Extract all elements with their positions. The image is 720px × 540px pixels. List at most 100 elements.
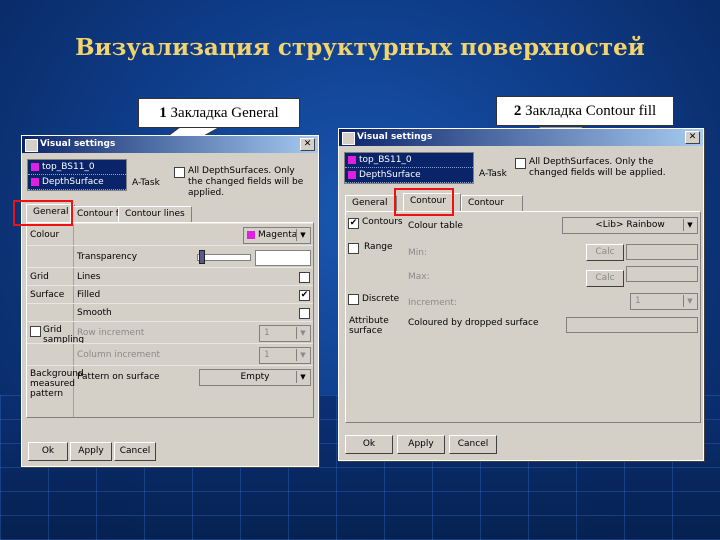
row-increment-value: 1 [264,328,270,338]
callout-general: 1 Закладка General [138,98,300,128]
window-titlebar[interactable]: Visual settings ✕ [339,129,703,146]
tab-general[interactable]: General [345,195,397,211]
chevron-down-icon[interactable]: ▼ [683,219,696,231]
colour-combo[interactable]: Magenta ▼ [243,227,311,244]
callout-contour-fill: 2 Закладка Contour fill [496,96,674,126]
background-label: Background measured pattern [30,369,84,399]
surface-item[interactable]: top_BS11_0 [28,160,126,175]
row-increment-stepper[interactable]: 1 ▼ [259,325,311,342]
highlight-contour-fill-tab [394,188,454,216]
close-button[interactable]: ✕ [300,138,315,151]
min-field[interactable] [626,244,698,260]
row-grid: Grid Lines [27,267,313,286]
colour-label: Colour [30,230,60,240]
surface-list[interactable]: top_BS11_0 DepthSurface [344,152,474,184]
row-discrete: Discrete Increment: 1 ▼ [346,288,700,314]
column-increment-value: 1 [264,350,270,360]
surface-item[interactable]: DepthSurface [28,175,126,190]
chevron-down-icon[interactable]: ▼ [296,327,309,339]
chevron-down-icon[interactable]: ▼ [296,371,309,383]
calc-min-button[interactable]: Calc [586,244,624,261]
dropped-surface-field[interactable] [566,317,698,333]
pattern-combo[interactable]: Empty ▼ [199,369,311,386]
row-background: Background measured pattern Pattern on s… [27,365,313,418]
callout-contour-fill-text: Закладка Contour fill [525,103,657,119]
row-smooth: Smooth [27,303,313,322]
max-field[interactable] [626,266,698,282]
task-label: A-Task [479,169,507,179]
row-increment-label: Row increment [77,328,145,338]
filled-label: Filled [77,290,101,300]
task-label: A-Task [132,178,160,188]
color-swatch [31,163,39,171]
callout-general-number: 1 [159,105,167,121]
surface-item[interactable]: DepthSurface [345,168,473,183]
column-increment-stepper[interactable]: 1 ▼ [259,347,311,364]
cancel-button[interactable]: Cancel [449,435,497,454]
discrete-label: Discrete [362,294,400,304]
chevron-down-icon[interactable]: ▼ [296,349,309,361]
ok-button[interactable]: Ok [345,435,393,454]
filled-checkbox[interactable]: ✔ [299,290,310,301]
ok-button[interactable]: Ok [28,442,68,461]
tab-contour-lines[interactable]: Contour lines [118,206,192,222]
row-row-increment: Grid sampling Row increment 1 ▼ [27,321,313,345]
surface-item-label: DepthSurface [359,170,421,180]
apply-button[interactable]: Apply [397,435,445,454]
all-surfaces-label: All DepthSurfaces. Only the changed fiel… [529,157,666,178]
contours-checkbox[interactable]: ✔ [348,218,359,229]
row-attribute-surface: Attribute surface Coloured by dropped su… [346,314,700,344]
tab-contour-lines[interactable]: Contour lines [461,195,523,223]
range-checkbox[interactable] [348,243,359,254]
column-increment-label: Column increment [77,350,161,360]
grid-sampling-checkbox[interactable] [30,326,41,337]
window-title: Visual settings [40,139,116,149]
row-transparency: Transparency [27,245,313,268]
transparency-field[interactable] [255,250,311,266]
row-column-increment: Column increment 1 ▼ [27,343,313,366]
smooth-checkbox[interactable] [299,308,310,319]
highlight-general-tab [13,200,73,226]
contour-fill-tab-panel: ✔ Contours Colour table <Lib> Rainbow ▼ … [345,211,701,423]
visual-settings-window-contour-fill: Visual settings ✕ top_BS11_0 DepthSurfac… [338,128,704,461]
all-surfaces-checkbox[interactable] [174,167,185,178]
lines-label: Lines [77,272,101,282]
app-icon [25,139,38,152]
row-max: Max: Calc [346,264,700,288]
increment-value: 1 [635,296,641,306]
grid-sampling-label: Grid sampling [43,325,85,345]
discrete-checkbox[interactable] [348,294,359,305]
increment-label: Increment: [408,298,457,308]
colour-table-combo[interactable]: <Lib> Rainbow ▼ [562,217,698,234]
transparency-slider[interactable] [197,254,251,261]
pattern-combo-value: Empty [240,372,270,382]
surface-item-label: top_BS11_0 [42,162,95,172]
smooth-label: Smooth [77,308,112,318]
calc-max-button[interactable]: Calc [586,270,624,287]
slider-thumb[interactable] [199,250,205,264]
color-swatch [31,178,39,186]
app-icon [342,132,355,145]
attribute-surface-label: Attribute surface [349,316,389,336]
close-button[interactable]: ✕ [685,131,700,144]
all-surfaces-checkbox[interactable] [515,158,526,169]
range-label: Range [364,242,393,252]
lines-checkbox[interactable] [299,272,310,283]
slide-title: Визуализация структурных поверхностей [75,34,645,61]
increment-stepper[interactable]: 1 ▼ [630,293,698,310]
chevron-down-icon[interactable]: ▼ [683,295,696,307]
min-label: Min: [408,248,428,258]
colour-table-value: <Lib> Rainbow [595,220,665,230]
window-title: Visual settings [357,132,433,142]
max-label: Max: [408,272,430,282]
chevron-down-icon[interactable]: ▼ [296,229,309,241]
row-surface: Surface Filled ✔ [27,285,313,304]
window-titlebar[interactable]: Visual settings ✕ [22,136,318,153]
color-swatch [348,156,356,164]
surface-list[interactable]: top_BS11_0 DepthSurface [27,159,127,191]
color-swatch [247,231,255,239]
cancel-button[interactable]: Cancel [114,442,156,461]
apply-button[interactable]: Apply [70,442,112,461]
surface-item[interactable]: top_BS11_0 [345,153,473,168]
callout-general-text: Закладка General [170,105,279,121]
